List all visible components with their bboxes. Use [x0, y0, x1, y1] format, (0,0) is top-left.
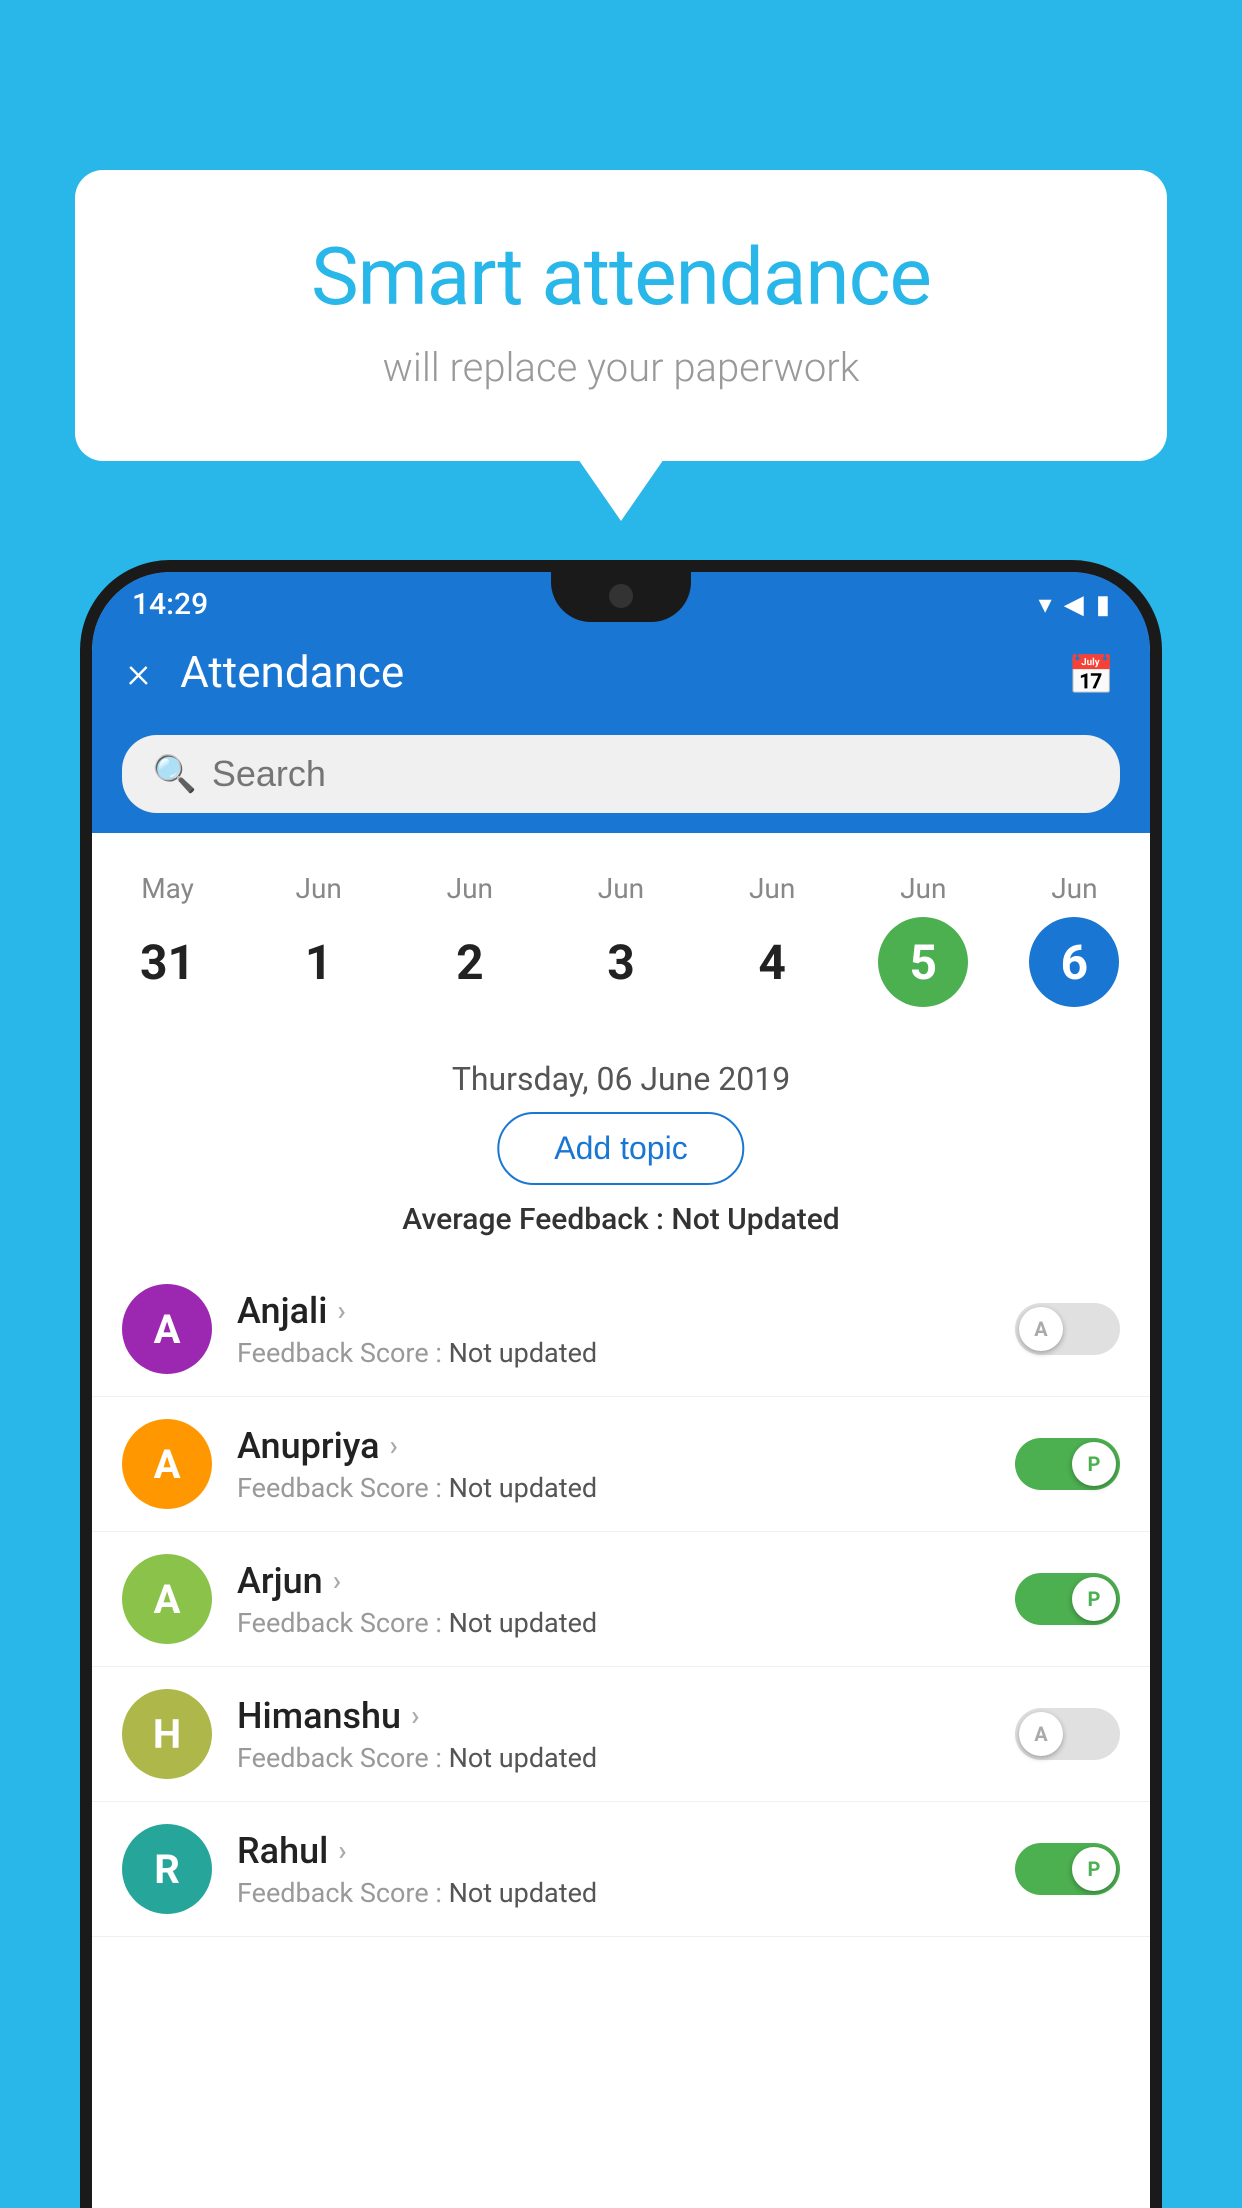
student-feedback: Feedback Score : Not updated — [237, 1337, 985, 1369]
student-name: Rahul › — [237, 1830, 985, 1872]
toggle-thumb: P — [1072, 1847, 1116, 1891]
student-avatar: R — [122, 1824, 212, 1914]
calendar-day[interactable]: May 31 — [123, 872, 213, 1007]
cal-month-label: Jun — [900, 872, 946, 905]
student-feedback: Feedback Score : Not updated — [237, 1607, 985, 1639]
battery-icon: ▮ — [1096, 590, 1110, 620]
wifi-icon: ▾ — [1039, 590, 1052, 620]
student-name: Anupriya › — [237, 1425, 985, 1467]
student-list: AAnjali ›Feedback Score : Not updatedAAA… — [92, 1262, 1150, 2208]
attendance-toggle-wrap[interactable]: P — [1010, 1573, 1120, 1625]
student-info: Himanshu › Feedback Score : Not updated — [237, 1695, 985, 1774]
student-item[interactable]: R Rahul › Feedback Score : Not updated P — [92, 1802, 1150, 1937]
cal-month-label: May — [141, 872, 194, 905]
close-button[interactable]: × — [127, 646, 150, 698]
calendar-day[interactable]: Jun 2 — [425, 872, 515, 1007]
student-avatar: A — [122, 1284, 212, 1374]
calendar-day[interactable]: Jun 5 — [878, 872, 968, 1007]
cal-day-num[interactable]: 1 — [274, 917, 364, 1007]
student-feedback: Feedback Score : Not updated — [237, 1742, 985, 1774]
app-title: Attendance — [180, 646, 1068, 698]
search-bar: 🔍 — [122, 735, 1120, 813]
student-feedback: Feedback Score : Not updated — [237, 1472, 985, 1504]
signal-icon: ◀ — [1064, 590, 1084, 620]
search-container: 🔍 — [92, 720, 1150, 833]
chevron-right-icon: › — [337, 1294, 345, 1327]
cal-month-label: Jun — [447, 872, 493, 905]
search-icon: 🔍 — [152, 753, 197, 795]
attendance-toggle-wrap[interactable]: P — [1010, 1438, 1120, 1490]
attendance-toggle[interactable]: A — [1015, 1708, 1120, 1760]
add-topic-button[interactable]: Add topic — [497, 1112, 744, 1185]
phone-inner: 14:29 ▾ ◀ ▮ × Attendance 📅 🔍 — [92, 572, 1150, 2208]
status-icons: ▾ ◀ ▮ — [1039, 590, 1110, 620]
calendar-day[interactable]: Jun 1 — [274, 872, 364, 1007]
student-item[interactable]: A Anupriya › Feedback Score : Not updated P — [92, 1397, 1150, 1532]
attendance-toggle-wrap[interactable]: P — [1010, 1843, 1120, 1895]
toggle-thumb: P — [1072, 1442, 1116, 1486]
cal-day-num[interactable]: 2 — [425, 917, 515, 1007]
cal-day-num[interactable]: 3 — [576, 917, 666, 1007]
student-info: Anupriya › Feedback Score : Not updated — [237, 1425, 985, 1504]
bubble-title: Smart attendance — [155, 230, 1087, 324]
calendar-strip: May 31 Jun 1 Jun 2 Jun 3 Jun 4 Jun 5 Jun 6 — [92, 852, 1150, 1017]
cal-month-label: Jun — [1051, 872, 1097, 905]
attendance-toggle[interactable]: P — [1015, 1843, 1120, 1895]
cal-day-num[interactable]: 6 — [1029, 917, 1119, 1007]
feedback-label-text: Average Feedback : — [402, 1202, 671, 1237]
student-info: Rahul › Feedback Score : Not updated — [237, 1830, 985, 1909]
app-content: 14:29 ▾ ◀ ▮ × Attendance 📅 🔍 — [92, 572, 1150, 2208]
chevron-right-icon: › — [411, 1699, 419, 1732]
toggle-thumb: A — [1019, 1307, 1063, 1351]
student-item[interactable]: A Arjun › Feedback Score : Not updated P — [92, 1532, 1150, 1667]
camera — [609, 584, 633, 608]
toggle-thumb: P — [1072, 1577, 1116, 1621]
student-avatar: A — [122, 1554, 212, 1644]
feedback-value: Not Updated — [671, 1202, 839, 1237]
toggle-thumb: A — [1019, 1712, 1063, 1756]
chevron-right-icon: › — [338, 1834, 346, 1867]
cal-day-num[interactable]: 4 — [727, 917, 817, 1007]
student-item[interactable]: H Himanshu › Feedback Score : Not updated A — [92, 1667, 1150, 1802]
speech-bubble: Smart attendance will replace your paper… — [75, 170, 1167, 461]
calendar-day[interactable]: Jun 3 — [576, 872, 666, 1007]
student-info: Arjun › Feedback Score : Not updated — [237, 1560, 985, 1639]
phone-mockup: 14:29 ▾ ◀ ▮ × Attendance 📅 🔍 — [80, 560, 1162, 2208]
attendance-toggle-wrap[interactable]: A — [1010, 1708, 1120, 1760]
cal-month-label: Jun — [598, 872, 644, 905]
student-name: Himanshu › — [237, 1695, 985, 1737]
calendar-day[interactable]: Jun 4 — [727, 872, 817, 1007]
student-name: Arjun › — [237, 1560, 985, 1602]
cal-day-num[interactable]: 5 — [878, 917, 968, 1007]
student-item[interactable]: A Anjali › Feedback Score : Not updated A — [92, 1262, 1150, 1397]
student-name: Anjali › — [237, 1290, 985, 1332]
bubble-subtitle: will replace your paperwork — [155, 344, 1087, 391]
search-input[interactable] — [212, 753, 1090, 795]
cal-month-label: Jun — [749, 872, 795, 905]
attendance-toggle-wrap[interactable]: A — [1010, 1303, 1120, 1355]
attendance-toggle[interactable]: P — [1015, 1573, 1120, 1625]
feedback-summary: Average Feedback : Not Updated — [92, 1202, 1150, 1237]
cal-day-num[interactable]: 31 — [123, 917, 213, 1007]
calendar-day[interactable]: Jun 6 — [1029, 872, 1119, 1007]
selected-date: Thursday, 06 June 2019 — [92, 1060, 1150, 1098]
chevron-right-icon: › — [333, 1564, 341, 1597]
calendar-icon[interactable]: 📅 — [1068, 654, 1115, 698]
student-info: Anjali › Feedback Score : Not updated — [237, 1290, 985, 1369]
background: Smart attendance will replace your paper… — [0, 0, 1242, 2208]
cal-month-label: Jun — [296, 872, 342, 905]
attendance-toggle[interactable]: P — [1015, 1438, 1120, 1490]
status-time: 14:29 — [132, 587, 208, 622]
attendance-toggle[interactable]: A — [1015, 1303, 1120, 1355]
student-avatar: A — [122, 1419, 212, 1509]
student-feedback: Feedback Score : Not updated — [237, 1877, 985, 1909]
student-avatar: H — [122, 1689, 212, 1779]
phone-notch — [551, 572, 691, 622]
chevron-right-icon: › — [390, 1429, 398, 1462]
